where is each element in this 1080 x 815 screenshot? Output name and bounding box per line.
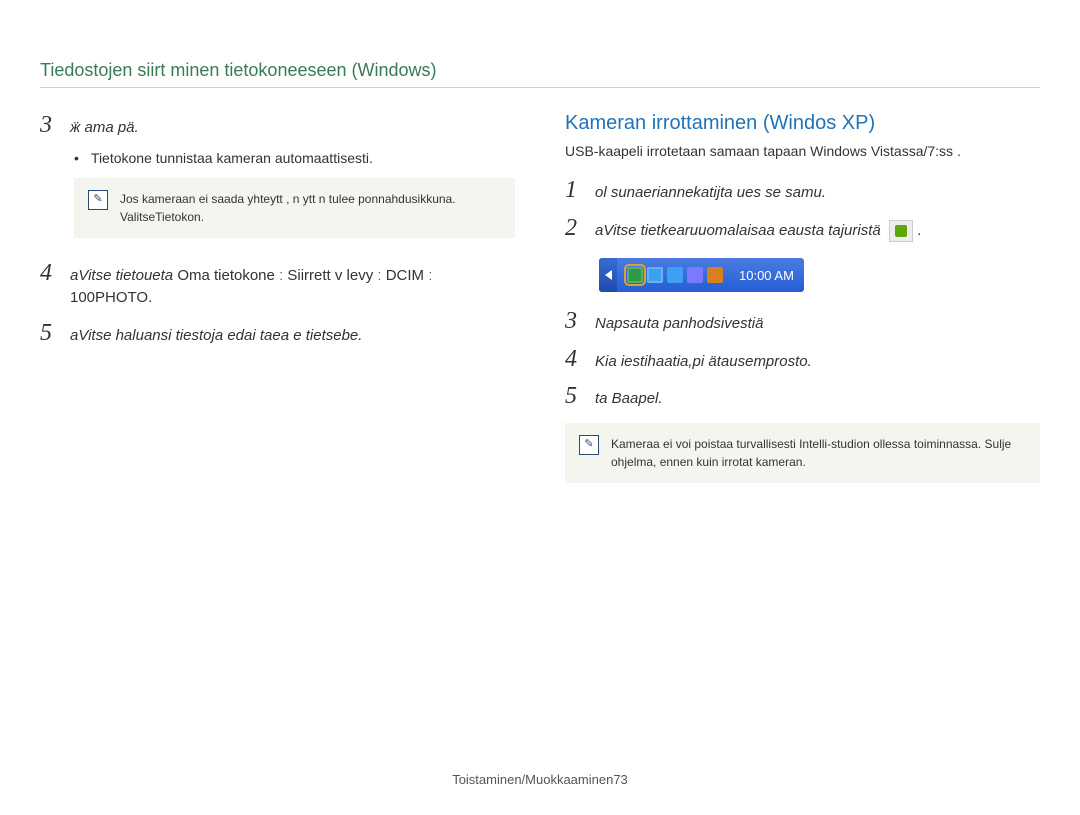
sub-text: Tietokone tunnistaa kameran automaattise… xyxy=(91,150,373,166)
step-text: ӝ ama pä. xyxy=(70,117,139,140)
chevron-left-icon xyxy=(605,270,612,280)
note-text: Jos kameraan ei saada yhteytt , n ytt n … xyxy=(120,190,501,226)
step2-text: aVitse tietkearuuomalaisaa eausta tajuri… xyxy=(595,222,881,239)
step-number: 1 xyxy=(565,177,581,204)
left-column: 3 ӝ ama pä. Tietokone tunnistaa kameran … xyxy=(40,112,515,505)
system-tray: 10:00 AM xyxy=(599,258,804,292)
bullet-icon xyxy=(74,150,83,166)
step-number: 4 xyxy=(40,260,56,287)
network-icon[interactable] xyxy=(667,267,683,283)
note-text: Kameraa ei voi poistaa turvallisesti Int… xyxy=(611,435,1026,471)
step-text: aVitse tietkearuuomalaisaa eausta tajuri… xyxy=(595,220,921,243)
step-number: 4 xyxy=(565,346,581,373)
right-note-box: ✎ Kameraa ei voi poistaa turvallisesti I… xyxy=(565,423,1040,483)
updates-icon[interactable] xyxy=(707,267,723,283)
step-number: 5 xyxy=(565,383,581,410)
left-note-box: ✎ Jos kameraan ei saada yhteytt , n ytt … xyxy=(74,178,515,238)
step-text: Napsauta panhodsivestiä xyxy=(595,313,763,336)
right-step-2: 2 aVitse tietkearuuomalaisaa eausta taju… xyxy=(565,215,1040,243)
step-text: aVitse haluansi tiestoja edai taea e tie… xyxy=(70,325,362,348)
section-heading: Kameran irrottaminen (Windos XP) xyxy=(565,112,1040,135)
tray-expand-arrow[interactable] xyxy=(599,258,617,292)
left-step-4: 4 aVitse tietoueta Oma tietokone ː Siirr… xyxy=(40,260,515,310)
page-footer: Toistaminen/Muokkaaminen73 xyxy=(0,772,1080,787)
step2-dot: . xyxy=(917,222,921,239)
step-text: ta Baapel. xyxy=(595,388,663,411)
right-column: Kameran irrottaminen (Windos XP) USB-kaa… xyxy=(565,112,1040,505)
step4-italic: aVitse tietoueta xyxy=(70,267,177,284)
step-text: ol sunaeriannekatijta ues se samu. xyxy=(595,182,826,205)
step-text: aVitse tietoueta Oma tietokone ː Siirret… xyxy=(70,265,515,310)
page-title: Tiedostojen siirt minen tietokoneeseen (… xyxy=(40,60,1040,88)
left-step3-sub: Tietokone tunnistaa kameran automaattise… xyxy=(74,150,515,166)
right-step-3: 3 Napsauta panhodsivestiä xyxy=(565,308,1040,336)
safely-remove-hardware-icon[interactable] xyxy=(627,267,643,283)
step-number: 3 xyxy=(40,112,56,139)
tray-icons xyxy=(621,267,729,283)
note-icon: ✎ xyxy=(88,190,108,210)
left-step-3: 3 ӝ ama pä. xyxy=(40,112,515,140)
note-icon: ✎ xyxy=(579,435,599,455)
tray-clock[interactable]: 10:00 AM xyxy=(733,268,794,283)
right-step-4: 4 Kia iestihaatia,pi ätausemprosto. xyxy=(565,346,1040,374)
section-desc: USB-kaapeli irrotetaan samaan tapaan Win… xyxy=(565,143,1040,159)
step-text: Kia iestihaatia,pi ätausemprosto. xyxy=(595,351,812,374)
volume-icon[interactable] xyxy=(687,267,703,283)
right-step-1: 1 ol sunaeriannekatijta ues se samu. xyxy=(565,177,1040,205)
right-step-5: 5 ta Baapel. xyxy=(565,383,1040,411)
step-number: 5 xyxy=(40,320,56,347)
security-shield-icon[interactable] xyxy=(647,267,663,283)
safely-remove-icon xyxy=(889,220,913,242)
left-step-5: 5 aVitse haluansi tiestoja edai taea e t… xyxy=(40,320,515,348)
step-number: 2 xyxy=(565,215,581,242)
step-number: 3 xyxy=(565,308,581,335)
content-columns: 3 ӝ ama pä. Tietokone tunnistaa kameran … xyxy=(40,112,1040,505)
